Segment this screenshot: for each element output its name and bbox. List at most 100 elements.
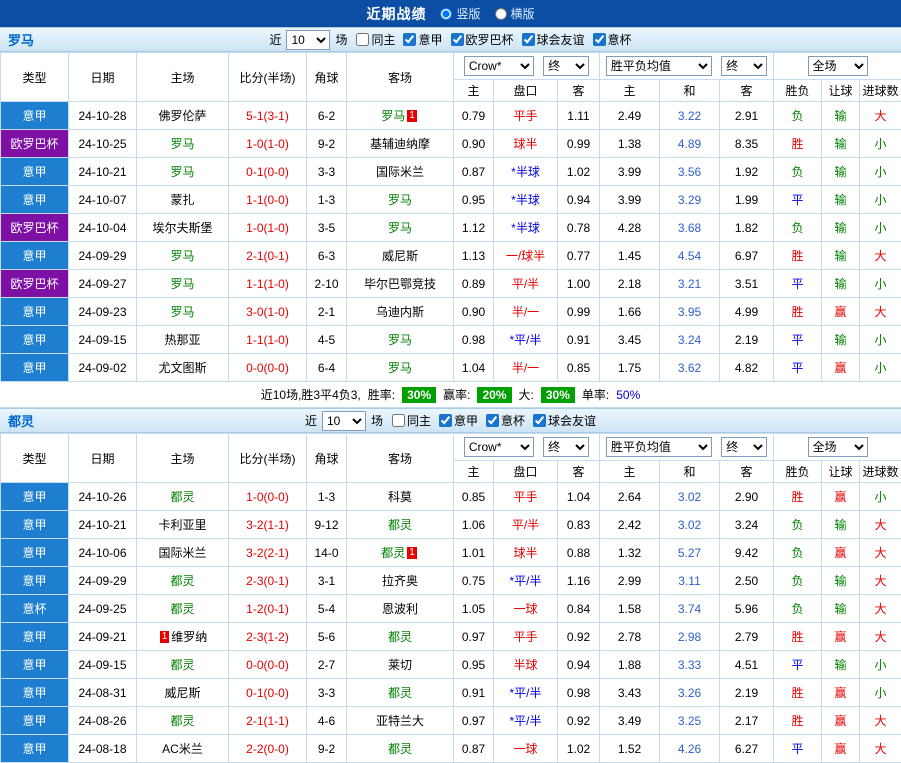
col-header-date: 日期	[69, 434, 137, 483]
handicap-result-cell: 输	[822, 595, 860, 623]
corners-cell: 3-3	[307, 158, 347, 186]
filter-checkbox[interactable]	[356, 33, 369, 46]
filter-option-欧罗巴杯[interactable]: 欧罗巴杯	[451, 31, 514, 48]
filter-checkbox[interactable]	[439, 414, 452, 427]
match-type-cell: 意甲	[1, 102, 69, 130]
away-team-cell: 都灵	[347, 735, 454, 763]
home-odds-cell: 0.87	[454, 735, 494, 763]
goals-result-cell: 大	[860, 623, 901, 651]
team-label: 国际米兰	[158, 546, 206, 560]
match-date-cell: 24-09-15	[69, 651, 137, 679]
away-team-cell: 威尼斯	[347, 242, 454, 270]
team-label: 都灵	[170, 602, 194, 616]
avg-type-select[interactable]: 胜平负均值	[606, 437, 712, 457]
odds-stage-select[interactable]: 终	[543, 56, 589, 76]
match-type-cell: 意甲	[1, 483, 69, 511]
match-count-select[interactable]: 10	[286, 30, 330, 50]
layout-option-horizontal[interactable]: 横版	[495, 5, 535, 22]
avg-type-select[interactable]: 胜平负均值	[606, 56, 712, 76]
home-team-cell: 罗马	[137, 130, 229, 158]
team-label: 毕尔巴鄂竞技	[364, 277, 436, 291]
horizontal-radio[interactable]	[495, 8, 507, 20]
filter-checkbox[interactable]	[533, 414, 546, 427]
match-date-cell: 24-09-27	[69, 270, 137, 298]
handicap-result-cell: 输	[822, 270, 860, 298]
match-type-cell: 意甲	[1, 735, 69, 763]
match-type-cell: 意甲	[1, 298, 69, 326]
away-avg-cell: 6.27	[720, 735, 774, 763]
home-avg-cell: 1.66	[600, 298, 660, 326]
layout-option-vertical[interactable]: 竖版	[440, 5, 480, 22]
horizontal-radio-label: 横版	[511, 5, 535, 22]
match-date-cell: 24-10-26	[69, 483, 137, 511]
odds-stage-select[interactable]: 终	[543, 437, 589, 457]
match-date-cell: 24-10-07	[69, 186, 137, 214]
goals-result-cell: 大	[860, 539, 901, 567]
filter-option-同主[interactable]: 同主	[392, 412, 431, 429]
away-odds-cell: 0.88	[558, 539, 600, 567]
scope-select[interactable]: 全场	[808, 56, 868, 76]
scope-select[interactable]: 全场	[808, 437, 868, 457]
filter-checkbox-group: 同主意甲欧罗巴杯球会友谊意杯	[356, 31, 631, 48]
team-label: 罗马	[388, 333, 412, 347]
home-team-cell: 都灵	[137, 567, 229, 595]
corners-cell: 4-5	[307, 326, 347, 354]
avg-stage-select[interactable]: 终	[721, 56, 767, 76]
team-label: 基辅迪纳摩	[370, 137, 430, 151]
match-date-cell: 24-08-18	[69, 735, 137, 763]
away-odds-cell: 1.02	[558, 735, 600, 763]
filter-label: 球会友谊	[548, 412, 596, 429]
filter-option-意甲[interactable]: 意甲	[439, 412, 478, 429]
filter-checkbox[interactable]	[522, 33, 535, 46]
handicap-line-cell: 一球	[494, 595, 558, 623]
col-header-goals: 进球数	[860, 80, 901, 102]
handicap-line-cell: 一球	[494, 735, 558, 763]
filter-checkbox[interactable]	[392, 414, 405, 427]
away-odds-cell: 0.78	[558, 214, 600, 242]
score-cell: 2-2(0-0)	[229, 735, 307, 763]
bookmaker-select[interactable]: Crow*	[464, 437, 534, 457]
match-row: 意甲24-09-15都灵0-0(0-0)2-7莱切0.95半球0.941.883…	[1, 651, 901, 679]
match-type-cell: 意甲	[1, 354, 69, 382]
goals-result-cell: 大	[860, 298, 901, 326]
filter-checkbox[interactable]	[451, 33, 464, 46]
draw-avg-cell: 2.98	[660, 623, 720, 651]
home-team-cell: 罗马	[137, 158, 229, 186]
filter-option-意杯[interactable]: 意杯	[593, 31, 632, 48]
avg-stage-select[interactable]: 终	[721, 437, 767, 457]
away-odds-cell: 0.99	[558, 130, 600, 158]
corners-cell: 1-3	[307, 186, 347, 214]
filter-checkbox[interactable]	[486, 414, 499, 427]
result-cell: 平	[774, 270, 822, 298]
page-title: 近期战绩	[366, 4, 426, 24]
col-header-home: 主场	[137, 434, 229, 483]
filter-checkbox[interactable]	[403, 33, 416, 46]
handicap-line-cell: 球半	[494, 539, 558, 567]
team-label: 拉齐奥	[382, 574, 418, 588]
bookmaker-select[interactable]: Crow*	[464, 56, 534, 76]
match-row: 意甲24-08-31威尼斯0-1(0-0)3-3都灵0.91*平/半0.983.…	[1, 679, 901, 707]
filter-option-意甲[interactable]: 意甲	[403, 31, 442, 48]
handicap-result-cell: 赢	[822, 679, 860, 707]
result-cell: 胜	[774, 130, 822, 158]
filter-checkbox-group: 同主意甲意杯 球会友谊	[392, 412, 596, 429]
filter-option-同主[interactable]: 同主	[356, 31, 395, 48]
match-type-cell: 意甲	[1, 186, 69, 214]
match-row: 意甲24-10-07蒙扎1-1(0-0)1-3罗马0.95*半球0.943.99…	[1, 186, 901, 214]
goals-result-cell: 小	[860, 158, 901, 186]
match-count-select[interactable]: 10	[322, 411, 366, 431]
away-odds-cell: 0.83	[558, 511, 600, 539]
filter-option-球会友谊[interactable]: 球会友谊	[533, 412, 596, 429]
filter-checkbox[interactable]	[593, 33, 606, 46]
home-odds-cell: 0.79	[454, 102, 494, 130]
team-label: 罗马	[170, 277, 194, 291]
filter-option-球会友谊[interactable]: 球会友谊	[522, 31, 585, 48]
vertical-radio[interactable]	[440, 8, 452, 20]
team-label: 威尼斯	[382, 249, 418, 263]
handicap-line-cell: 半球	[494, 651, 558, 679]
team-label: 亚特兰大	[376, 714, 424, 728]
home-avg-cell: 3.49	[600, 707, 660, 735]
team-name-roma: 罗马	[8, 30, 34, 49]
col-header-type: 类型	[1, 434, 69, 483]
filter-option-意杯[interactable]: 意杯	[486, 412, 525, 429]
